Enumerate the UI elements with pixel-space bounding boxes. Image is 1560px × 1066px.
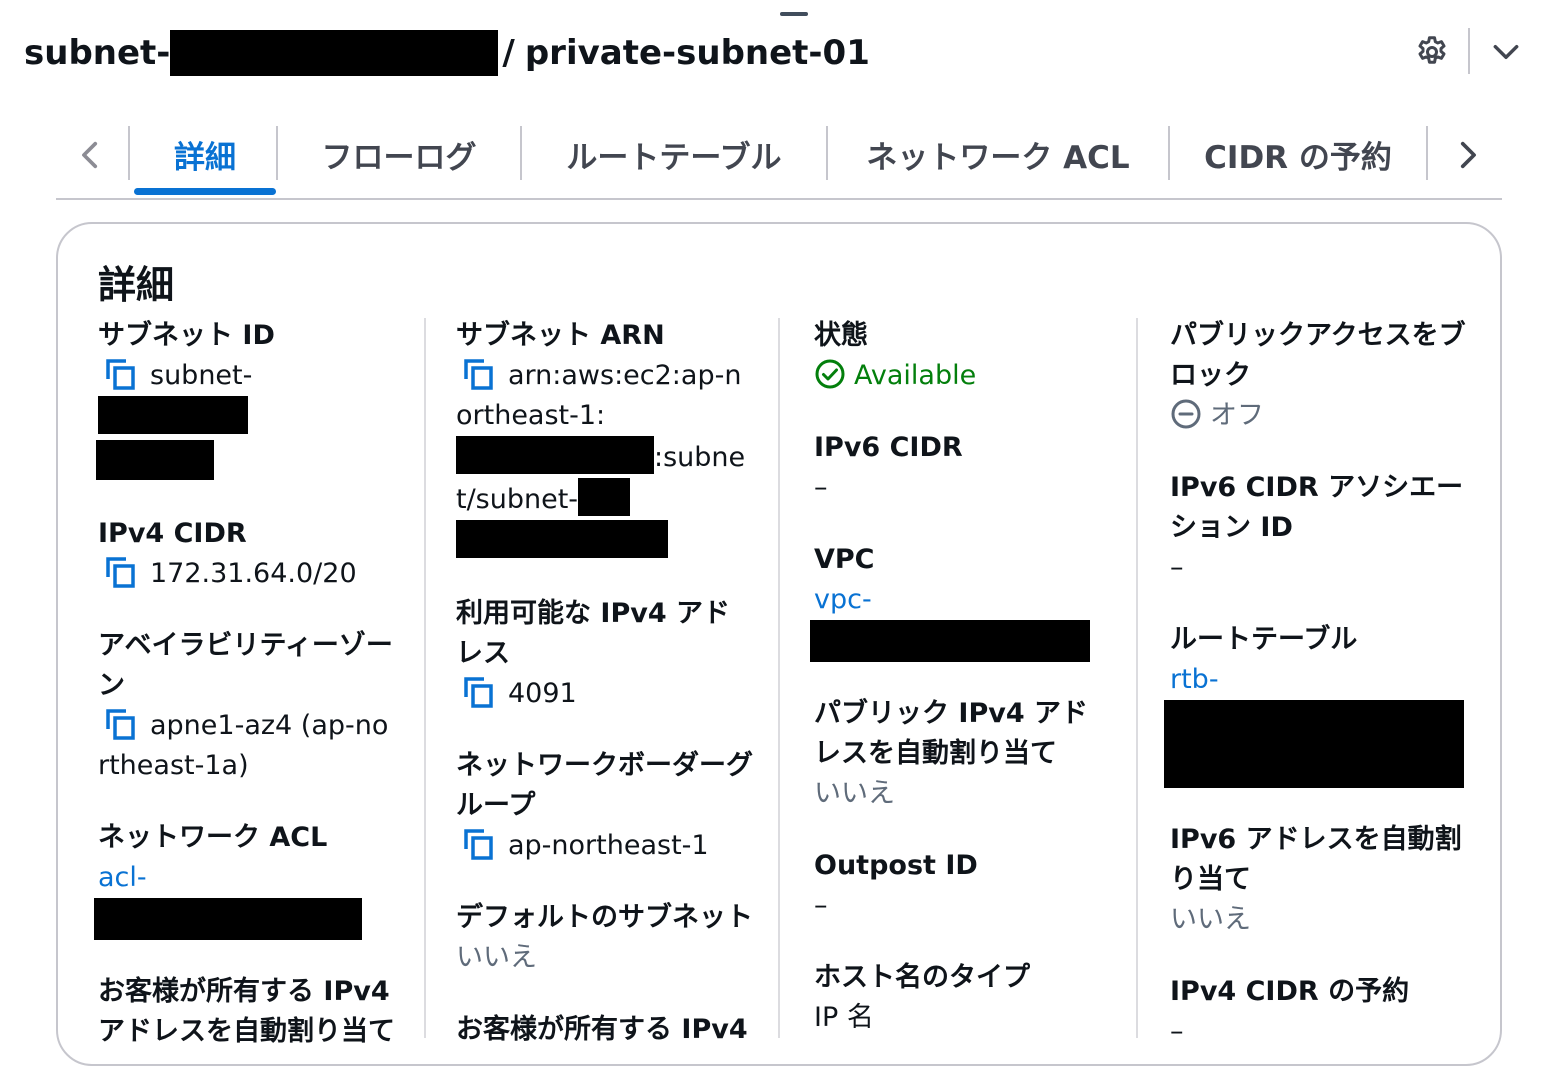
- details-column-3: 状態 Available IPv6 CIDR – VPC vpc- パブリック …: [810, 316, 1114, 1038]
- subnet-name: private-subnet-01: [524, 33, 870, 73]
- default-subnet-value: いいえ: [456, 942, 537, 973]
- ipv4-cidr-label: IPv4 CIDR: [98, 518, 247, 549]
- details-column-1: サブネット ID subnet- IPv4 CIDR 172.31.64.0/2…: [94, 316, 398, 1052]
- redacted-block: [98, 396, 248, 434]
- copy-icon[interactable]: [104, 555, 136, 589]
- subnet-id-value: subnet-: [98, 356, 398, 440]
- tab-bar: 詳細 フローログ ルートテーブル ネットワーク ACL CIDR の予約: [56, 112, 1502, 200]
- vpc-link[interactable]: vpc-: [814, 580, 1114, 620]
- network-acl-label: ネットワーク ACL: [98, 822, 328, 853]
- chevron-right-icon[interactable]: [1450, 138, 1484, 172]
- vpc-label: VPC: [814, 544, 875, 575]
- drag-handle[interactable]: [780, 12, 808, 16]
- auto-assign-ipv6-value: いいえ: [1170, 904, 1251, 935]
- tab-details[interactable]: 詳細: [134, 112, 276, 196]
- route-table-link[interactable]: rtb-: [1170, 660, 1470, 700]
- redacted-block: [456, 436, 622, 474]
- block-public-access-value: オフ: [1170, 396, 1470, 436]
- auto-assign-public-ipv4-value: いいえ: [814, 778, 895, 809]
- ipv6-cidr-association-id-value: –: [1170, 552, 1184, 583]
- ipv4-cidr-value: 172.31.64.0/20: [98, 554, 398, 594]
- chevron-left-icon[interactable]: [74, 138, 108, 172]
- hostname-type-label: ホスト名のタイプ: [814, 962, 1030, 993]
- block-public-access-label: パブリックアクセスをブロック: [1170, 320, 1466, 391]
- copy-icon[interactable]: [462, 675, 494, 709]
- auto-assign-ipv6-label: IPv6 アドレスを自動割り当て: [1170, 824, 1462, 895]
- redacted-block: [96, 440, 214, 480]
- redacted-block: [94, 898, 362, 940]
- availability-zone-value: apne1-az4 (ap-northeast-1a): [98, 706, 398, 786]
- available-ipv4-label: 利用可能な IPv4 アドレス: [456, 598, 731, 669]
- tab-network-acl[interactable]: ネットワーク ACL: [828, 112, 1168, 196]
- tab-cidr-reservations[interactable]: CIDR の予約: [1170, 112, 1426, 196]
- tab-divider: [1426, 126, 1428, 180]
- title-separator: /: [502, 33, 515, 73]
- redacted-block: [578, 478, 631, 516]
- tab-route-tables[interactable]: ルートテーブル: [522, 112, 826, 196]
- subnet-id-prefix: subnet-: [24, 33, 171, 73]
- default-subnet-label: デフォルトのサブネット: [456, 902, 753, 933]
- auto-assign-public-ipv4-label: パブリック IPv4 アドレスを自動割り当て: [814, 698, 1089, 769]
- customer-owned-ipv4-pool-label: お客様が所有する IPv4: [456, 1014, 748, 1045]
- details-column-2: サブネット ARN arn:aws:ec2:ap-northeast-1::su…: [456, 316, 756, 1050]
- network-border-group-label: ネットワークボーダーグループ: [456, 750, 753, 821]
- redacted-block: [170, 30, 499, 76]
- redacted-block: [456, 520, 668, 558]
- ipv6-cidr-association-id-label: IPv6 CIDR アソシエーション ID: [1170, 472, 1464, 543]
- state-label: 状態: [814, 320, 868, 351]
- subnet-arn-value: arn:aws:ec2:ap-northeast-1::subnet/subne…: [456, 356, 756, 520]
- route-table-label: ルートテーブル: [1170, 624, 1358, 655]
- ipv4-cidr-reservations-value: –: [1170, 1016, 1184, 1047]
- details-heading: 詳細: [98, 263, 175, 307]
- available-ipv4-value: 4091: [456, 674, 756, 714]
- availability-zone-label: アベイラビリティーゾーン: [98, 630, 393, 701]
- minus-circle-icon: [1171, 399, 1201, 429]
- copy-icon[interactable]: [462, 357, 494, 391]
- redacted-block: [1164, 700, 1464, 788]
- subnet-id-label: サブネット ID: [98, 320, 275, 351]
- gear-icon[interactable]: [1414, 34, 1450, 70]
- customer-owned-ipv4-label: お客様が所有する IPv4 アドレスを自動割り当て: [98, 976, 395, 1047]
- tab-flow-logs[interactable]: フローログ: [278, 112, 520, 196]
- ipv6-cidr-value: –: [814, 472, 828, 503]
- outpost-id-value: –: [814, 890, 828, 921]
- header-divider: [1468, 28, 1470, 74]
- page-title: subnet- / private-subnet-01: [24, 26, 870, 80]
- network-acl-link[interactable]: acl-: [98, 858, 398, 898]
- column-divider: [778, 318, 780, 1038]
- network-border-group-value: ap-northeast-1: [456, 826, 756, 866]
- details-column-4: パブリックアクセスをブロック オフ IPv6 CIDR アソシエーション ID …: [1164, 316, 1470, 1052]
- ipv4-cidr-reservations-label: IPv4 CIDR の予約: [1170, 976, 1410, 1007]
- subnet-arn-label: サブネット ARN: [456, 320, 665, 351]
- copy-icon[interactable]: [462, 827, 494, 861]
- redacted-block: [614, 436, 654, 474]
- redacted-block: [810, 620, 1090, 662]
- column-divider: [424, 318, 426, 1038]
- active-tab-indicator: [134, 188, 276, 195]
- copy-icon[interactable]: [104, 357, 136, 391]
- chevron-down-icon[interactable]: [1488, 36, 1524, 68]
- tab-divider: [128, 126, 130, 180]
- copy-icon[interactable]: [104, 707, 136, 741]
- column-divider: [1136, 318, 1138, 1038]
- check-circle-icon: [815, 359, 845, 389]
- state-value: Available: [814, 356, 1114, 396]
- outpost-id-label: Outpost ID: [814, 850, 978, 881]
- ipv6-cidr-label: IPv6 CIDR: [814, 432, 963, 463]
- hostname-type-value: IP 名: [814, 1002, 874, 1033]
